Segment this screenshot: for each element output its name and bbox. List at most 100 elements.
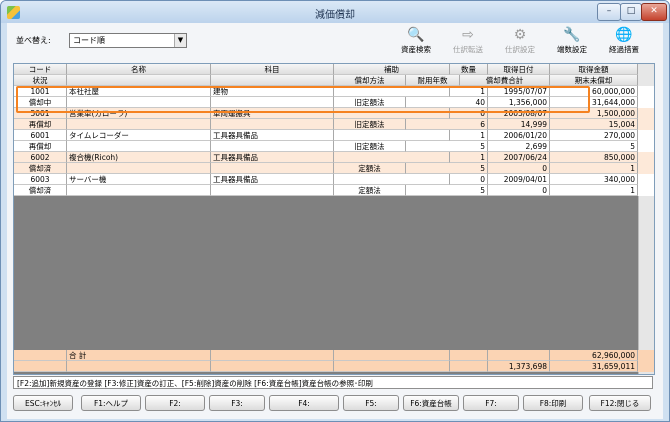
column-header: 取得金額 xyxy=(550,64,638,75)
header-row-primary[interactable]: コード 名称 科目 補助 数量 取得日付 取得金額 xyxy=(14,64,654,75)
toolbar-button-3[interactable]: 🔧 端数設定 xyxy=(547,27,597,59)
function-key-1[interactable]: F1:ヘルプ xyxy=(81,395,141,411)
function-key-bar: ESC:ｷｬﾝｾﾙ F1:ヘルプ F2: F3: F4: F5: F6:資産台帳 F7: F8:… xyxy=(13,395,653,413)
status-cell: 再償却 xyxy=(14,141,67,152)
grid-cell: 2007/06/24 xyxy=(488,152,550,163)
grid-cell: 複合機(Ricoh) xyxy=(67,152,211,163)
grid-cell: 2,699 xyxy=(488,141,550,152)
grid-cell xyxy=(334,174,450,185)
grid-cell: 14,999 xyxy=(488,119,550,130)
grid-cell: 270,000 xyxy=(550,130,638,141)
grid-cell xyxy=(211,141,334,152)
totals-row-depreciation[interactable]: 1,373,698 31,659,011 xyxy=(14,361,654,372)
asset-row-main[interactable]: 6001 タイムレコーダー 工具器具備品 1 2006/01/20 270,000 xyxy=(14,130,654,141)
grid-cell: 0 xyxy=(450,174,488,185)
grid-cell: 5 xyxy=(550,141,638,152)
function-key-4[interactable]: F4: xyxy=(269,395,339,411)
grid-cell: 定額法 xyxy=(334,163,406,174)
grid-cell: 旧定額法 xyxy=(334,119,406,130)
grid-cell: 工具器具備品 xyxy=(211,152,334,163)
sort-select[interactable]: コード順 ▼ xyxy=(69,33,187,48)
column-header: 償却方法 xyxy=(334,75,406,86)
function-key-2[interactable]: F2: xyxy=(145,395,205,411)
column-header: 取得日付 xyxy=(488,64,550,75)
column-header: 数量 xyxy=(450,64,488,75)
totals-label: 合 計 xyxy=(67,350,211,361)
toolbar-button-label: 経過措置 xyxy=(609,45,639,54)
sort-selected-value: コード順 xyxy=(73,36,105,45)
toolbar-button-1[interactable]: ⇨ 仕訳転送 xyxy=(443,27,493,59)
grid-cell xyxy=(450,361,488,372)
header-row-secondary[interactable]: 状況 償却方法 耐用年数 償却費合計 期末未償却 xyxy=(14,75,654,86)
toolbar-button-label: 仕訳転送 xyxy=(453,45,483,54)
grid-cell: 6003 xyxy=(14,174,67,185)
function-key-5[interactable]: F5: xyxy=(343,395,399,411)
minimize-button[interactable]: – xyxy=(597,3,621,21)
grid-cell: 5 xyxy=(406,141,488,152)
grid-cell: 340,000 xyxy=(550,174,638,185)
function-key-9[interactable]: F12:閉じる xyxy=(589,395,651,411)
function-key-3[interactable]: F3: xyxy=(209,395,265,411)
grid-cell xyxy=(14,361,67,372)
grid-cell: 15,004 xyxy=(550,119,638,130)
grid-cell: 6 xyxy=(406,119,488,130)
grid-cell xyxy=(14,350,67,361)
column-header: 補助 xyxy=(334,64,450,75)
grid-cell: タイムレコーダー xyxy=(67,130,211,141)
status-cell: 再償却 xyxy=(14,119,67,130)
asset-row-main[interactable]: 6003 サーバー機 工具器具備品 0 2009/04/01 340,000 xyxy=(14,174,654,185)
toolbar-button-4[interactable]: 🌐 経過措置 xyxy=(599,27,649,59)
column-header xyxy=(211,75,334,86)
asset-row-detail[interactable]: 償却済 定額法 5 0 1 xyxy=(14,163,654,174)
chevron-down-icon[interactable]: ▼ xyxy=(174,34,186,47)
grid-cell: 2009/04/01 xyxy=(488,174,550,185)
wrench-icon: 🔧 xyxy=(563,27,581,43)
sort-label: 並べ替え: xyxy=(16,36,51,45)
column-header: 状況 xyxy=(14,75,67,86)
function-key-8[interactable]: F8:印刷 xyxy=(523,395,583,411)
grid-cell xyxy=(211,361,334,372)
column-header: 期末未償却 xyxy=(550,75,638,86)
gear-icon: ⚙ xyxy=(513,27,527,43)
grid-cell xyxy=(67,163,211,174)
grid-cell: 0 xyxy=(488,185,550,196)
asset-row-detail[interactable]: 償却済 定額法 5 0 1 xyxy=(14,185,654,196)
maximize-button[interactable]: □ xyxy=(620,3,642,21)
status-cell: 償却済 xyxy=(14,185,67,196)
globe-icon: 🌐 xyxy=(615,27,633,43)
toolbar-button-label: 端数設定 xyxy=(557,45,587,54)
grid-cell: サーバー機 xyxy=(67,174,211,185)
asset-row-detail[interactable]: 再償却 旧定額法 5 2,699 5 xyxy=(14,141,654,152)
status-cell: 償却済 xyxy=(14,163,67,174)
toolbar-button-0[interactable]: 🔍 資産検索 xyxy=(391,27,441,59)
close-button[interactable]: ✕ xyxy=(641,3,667,21)
function-key-6[interactable]: F6:資産台帳 xyxy=(403,395,459,411)
function-key-0[interactable]: ESC:ｷｬﾝｾﾙ xyxy=(13,395,73,411)
grid-cell xyxy=(67,119,211,130)
grid-cell xyxy=(211,119,334,130)
toolbar-button-2[interactable]: ⚙ 仕訳設定 xyxy=(495,27,545,59)
grid-cell: 31,659,011 xyxy=(550,361,638,372)
asset-row-detail[interactable]: 再償却 旧定額法 6 14,999 15,004 xyxy=(14,119,654,130)
grid-cell: 1 xyxy=(450,130,488,141)
grid-cell: 旧定額法 xyxy=(334,141,406,152)
grid-cell: 0 xyxy=(488,163,550,174)
title-bar[interactable]: 減価償却 – □ ✕ xyxy=(1,1,669,23)
grid-cell xyxy=(67,185,211,196)
column-header: 耐用年数 xyxy=(406,75,460,86)
totals-row-amount[interactable]: 合 計 62,960,000 xyxy=(14,350,654,361)
grid-cell: 工具器具備品 xyxy=(211,130,334,141)
client-area: 並べ替え: コード順 ▼ 🔍資産検索⇨仕訳転送⚙仕訳設定🔧端数設定🌐経過措置 ▲… xyxy=(7,23,663,419)
grid-cell: 6002 xyxy=(14,152,67,163)
column-header: 償却費合計 xyxy=(460,75,550,86)
grid-cell xyxy=(450,350,488,361)
asset-grid[interactable]: ▲ ▼ コード名称科目補助数量取得日付取得金額状況償却方法耐用年数償却費合計期末… xyxy=(13,63,655,375)
column-header: 名称 xyxy=(67,64,211,75)
grid-cell: 5 xyxy=(406,163,488,174)
asset-row-main[interactable]: 6002 複合機(Ricoh) 工具器具備品 1 2007/06/24 850,000 xyxy=(14,152,654,163)
toolbar-button-label: 資産検索 xyxy=(401,45,431,54)
grid-cell xyxy=(211,163,334,174)
grid-cell: 定額法 xyxy=(334,185,406,196)
selected-row-highlight xyxy=(16,86,590,113)
function-key-7[interactable]: F7: xyxy=(463,395,519,411)
